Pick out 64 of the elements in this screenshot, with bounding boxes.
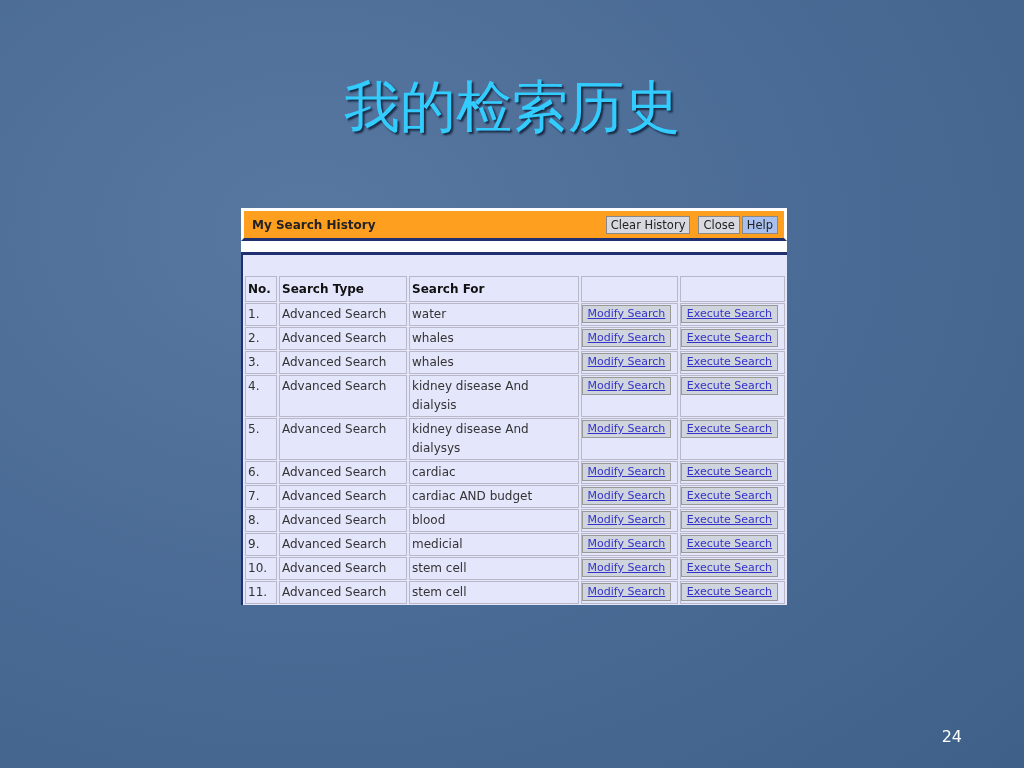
execute-search-link[interactable]: Execute Search (680, 535, 778, 553)
execute-search-link[interactable]: Execute Search (680, 463, 778, 481)
table-cell: cardiac (409, 461, 579, 484)
panel-title: My Search History (252, 217, 376, 232)
table-cell: 3. (245, 351, 277, 374)
modify-search-link[interactable]: Modify Search (582, 535, 671, 553)
table-cell: 9. (245, 533, 277, 556)
execute-search-link[interactable]: Execute Search (680, 353, 778, 371)
table-cell: kidney disease And dialysys (409, 418, 579, 460)
table-cell: stem cell (409, 581, 579, 604)
modify-search-link[interactable]: Modify Search (582, 305, 671, 323)
table-cell: 5. (245, 418, 277, 460)
table-cell: Advanced Search (279, 485, 407, 508)
table-cell: stem cell (409, 557, 579, 580)
table-cell: 7. (245, 485, 277, 508)
table-cell: whales (409, 351, 579, 374)
column-header: Search Type (279, 276, 407, 302)
table-cell: medicial (409, 533, 579, 556)
modify-search-link[interactable]: Modify Search (582, 329, 671, 347)
table-cell: 6. (245, 461, 277, 484)
table-cell: 2. (245, 327, 277, 350)
table-cell: 11. (245, 581, 277, 604)
toolbar-button[interactable]: Help (741, 215, 778, 234)
table-cell: Advanced Search (279, 375, 407, 417)
execute-search-link[interactable]: Execute Search (680, 511, 778, 529)
modify-search-link[interactable]: Modify Search (582, 353, 671, 371)
table-cell: Advanced Search (279, 351, 407, 374)
table-cell: Advanced Search (279, 327, 407, 350)
table-cell: Advanced Search (279, 533, 407, 556)
modify-search-link[interactable]: Modify Search (582, 511, 671, 529)
modify-search-link[interactable]: Modify Search (582, 463, 671, 481)
table-cell: 8. (245, 509, 277, 532)
execute-search-link[interactable]: Execute Search (680, 583, 778, 601)
modify-search-link[interactable]: Modify Search (582, 487, 671, 505)
slide-title: 我的检索历史 (344, 73, 680, 141)
table-cell: cardiac AND budget (409, 485, 579, 508)
table-cell: Advanced Search (279, 557, 407, 580)
table-cell: water (409, 303, 579, 326)
column-header: Search For (409, 276, 579, 302)
page-number: 24 (941, 727, 962, 746)
table-cell: Advanced Search (279, 418, 407, 460)
execute-search-link[interactable]: Execute Search (680, 487, 778, 505)
execute-search-link[interactable]: Execute Search (680, 377, 778, 395)
table-cell: 10. (245, 557, 277, 580)
modify-search-link[interactable]: Modify Search (582, 583, 671, 601)
table-cell: whales (409, 327, 579, 350)
modify-search-link[interactable]: Modify Search (582, 559, 671, 577)
table-cell: 4. (245, 375, 277, 417)
table-cell: Advanced Search (279, 461, 407, 484)
modify-search-link[interactable]: Modify Search (582, 420, 671, 438)
toolbar-button[interactable]: Clear History (605, 215, 691, 234)
execute-search-link[interactable]: Execute Search (680, 420, 778, 438)
execute-search-link[interactable]: Execute Search (680, 305, 778, 323)
table-cell: 1. (245, 303, 277, 326)
table-cell: Advanced Search (279, 303, 407, 326)
table-cell: blood (409, 509, 579, 532)
table-cell: Advanced Search (279, 581, 407, 604)
execute-search-link[interactable]: Execute Search (680, 559, 778, 577)
table-cell: kidney disease And dialysis (409, 375, 579, 417)
column-header: No. (245, 276, 277, 302)
modify-search-link[interactable]: Modify Search (582, 377, 671, 395)
execute-search-link[interactable]: Execute Search (680, 329, 778, 347)
table-cell: Advanced Search (279, 509, 407, 532)
toolbar-button[interactable]: Close (698, 215, 740, 234)
